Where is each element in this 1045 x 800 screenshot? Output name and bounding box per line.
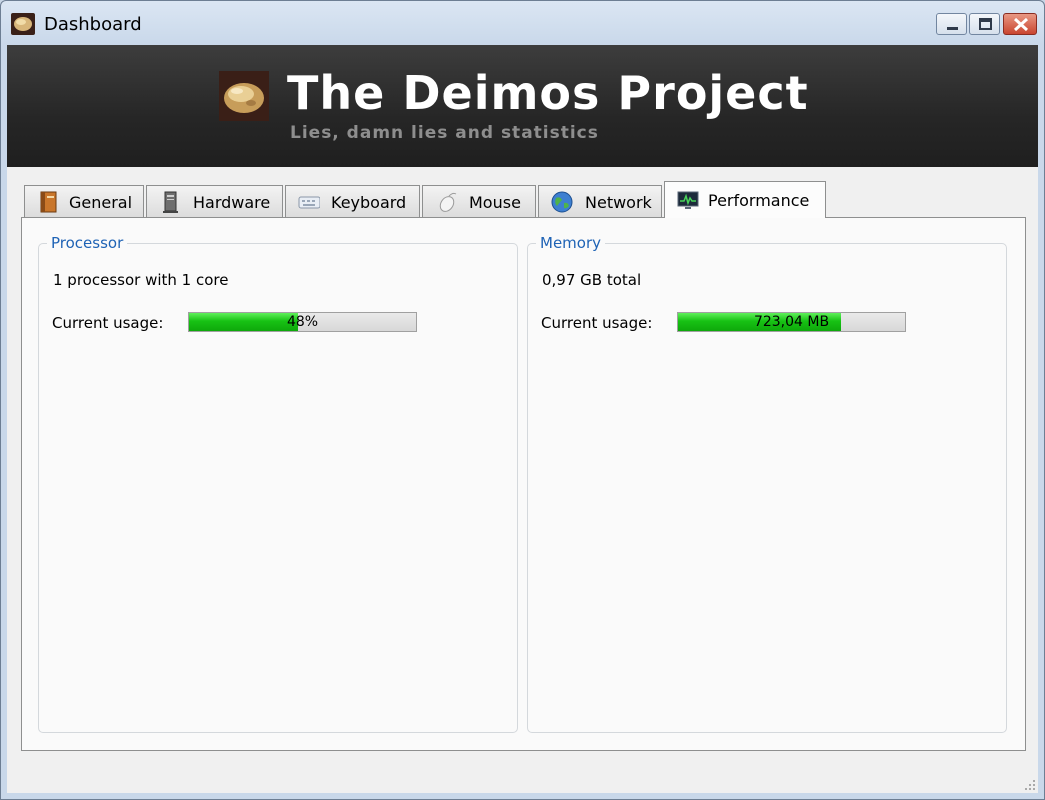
app-logo-icon (11, 13, 35, 35)
memory-group-title: Memory (536, 234, 606, 252)
memory-group: Memory 0,97 GB total Current usage: 723,… (527, 234, 1007, 733)
client-area: The Deimos Project Lies, damn lies and s… (7, 45, 1038, 793)
globe-icon (551, 191, 573, 213)
tab-label: General (69, 193, 133, 212)
processor-summary: 1 processor with 1 core (53, 271, 229, 289)
processor-group: Processor 1 processor with 1 core Curren… (38, 234, 518, 733)
tab-keyboard[interactable]: Keyboard (285, 185, 420, 217)
tab-network[interactable]: Network (538, 185, 662, 217)
minimize-icon (947, 27, 958, 30)
processor-group-title: Processor (47, 234, 128, 252)
mouse-icon (439, 192, 457, 212)
processor-usage-label: Current usage: (52, 314, 164, 332)
maximize-icon (979, 18, 992, 30)
memory-usage-label: Current usage: (541, 314, 653, 332)
computer-tower-icon (163, 191, 178, 213)
banner-title: The Deimos Project (287, 66, 809, 120)
window-title: Dashboard (44, 14, 142, 35)
tab-label: Mouse (469, 193, 521, 212)
banner-subtitle: Lies, damn lies and statistics (290, 123, 599, 143)
tab-mouse[interactable]: Mouse (422, 185, 536, 217)
tab-label: Performance (708, 191, 810, 210)
performance-tab-panel: Processor 1 processor with 1 core Curren… (21, 217, 1026, 751)
close-button[interactable] (1003, 13, 1037, 35)
processor-usage-bar: 48% (188, 312, 417, 332)
maximize-button[interactable] (969, 13, 1000, 35)
monitor-chart-icon (677, 191, 699, 209)
tab-label: Network (585, 193, 652, 212)
tab-hardware[interactable]: Hardware (146, 185, 283, 217)
minimize-button[interactable] (936, 13, 967, 35)
keyboard-icon (298, 196, 320, 209)
tab-label: Keyboard (331, 193, 407, 212)
memory-usage-bar: 723,04 MB (677, 312, 906, 332)
memory-usage-value: 723,04 MB (753, 314, 830, 330)
title-bar[interactable]: Dashboard (1, 1, 1044, 45)
tab-general[interactable]: General (24, 185, 144, 217)
processor-usage-value: 48% (286, 314, 319, 330)
dashboard-window: Dashboard The Deimos Project Lies, damn … (0, 0, 1045, 800)
resize-grip-icon[interactable] (1021, 776, 1037, 792)
close-icon (1013, 17, 1029, 32)
tab-performance[interactable]: Performance (664, 181, 826, 218)
header-banner: The Deimos Project Lies, damn lies and s… (7, 45, 1038, 167)
memory-summary: 0,97 GB total (542, 271, 642, 289)
tab-label: Hardware (193, 193, 271, 212)
book-icon (40, 191, 57, 213)
deimos-moon-logo (219, 71, 269, 121)
